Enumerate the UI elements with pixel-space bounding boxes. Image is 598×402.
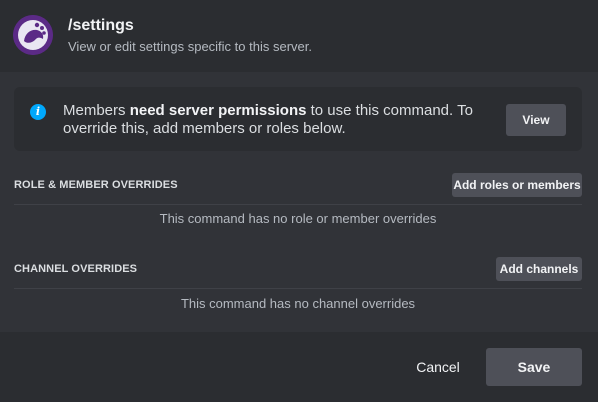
notice-text: Members need server permissions to use t… (63, 102, 483, 138)
command-header (0, 0, 598, 72)
add-channels-button[interactable]: Add channels (496, 257, 582, 281)
view-button[interactable]: View (506, 104, 566, 136)
save-button[interactable]: Save (486, 348, 582, 386)
bot-avatar-icon (13, 15, 53, 55)
role-overrides-divider (14, 204, 582, 205)
add-roles-or-members-button[interactable]: Add roles or members (452, 173, 582, 197)
notice-text-bold: need server permissions (129, 102, 307, 119)
channel-overrides-empty-text: This command has no channel overrides (180, 296, 416, 311)
notice-text-prefix: Members (63, 102, 130, 119)
channel-overrides-title: CHANNEL OVERRIDES (14, 263, 138, 275)
info-icon: i (30, 104, 46, 120)
cancel-button[interactable]: Cancel (404, 352, 472, 382)
command-title: /settings (68, 17, 134, 34)
channel-overrides-divider (14, 288, 582, 289)
role-overrides-empty-text: This command has no role or member overr… (159, 211, 437, 226)
command-subtitle: View or edit settings specific to this s… (68, 39, 312, 54)
role-overrides-title: ROLE & MEMBER OVERRIDES (14, 179, 178, 191)
